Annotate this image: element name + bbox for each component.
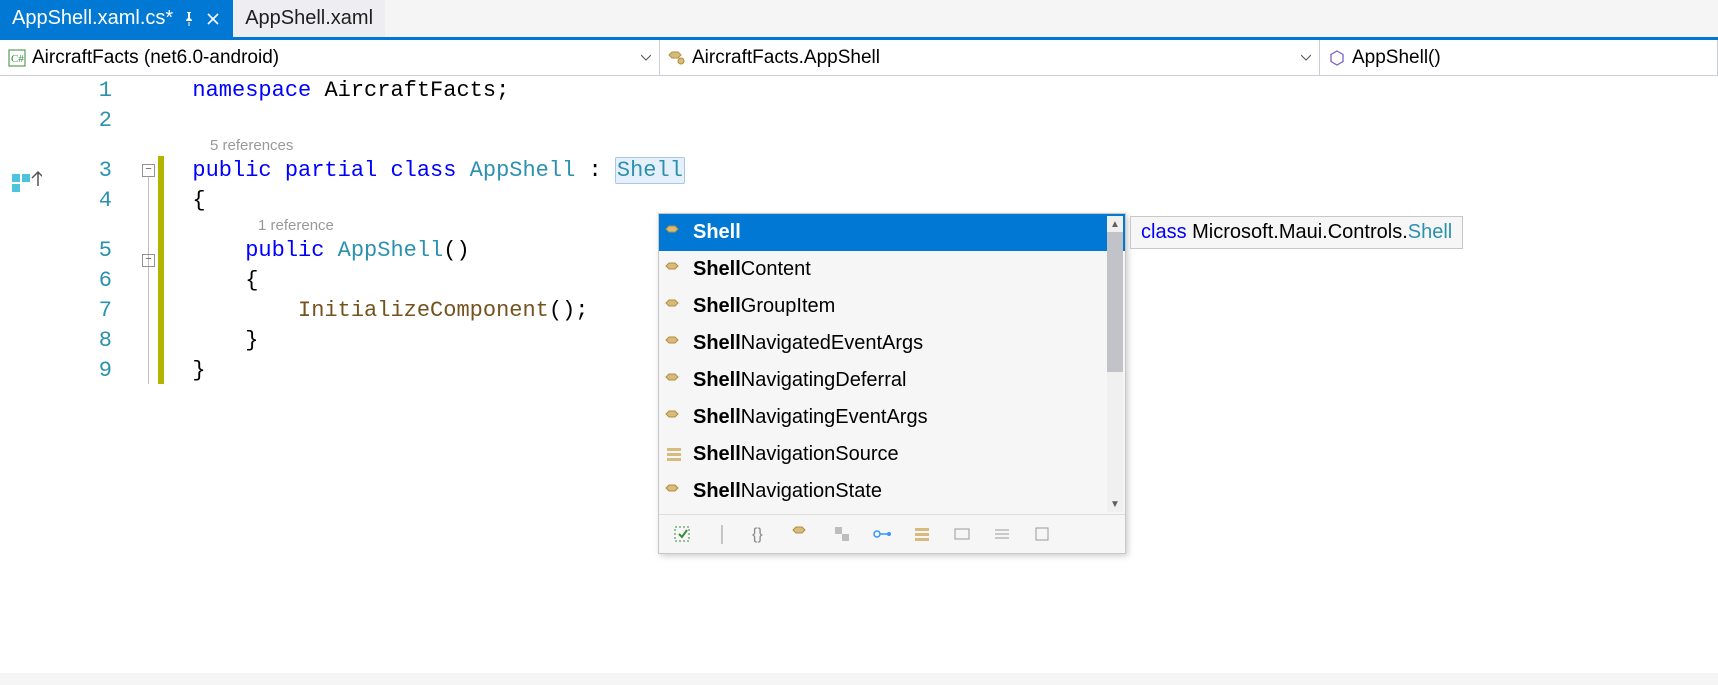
line-number: 7 [42, 296, 112, 326]
csharp-icon: C# [8, 49, 26, 67]
intellisense-tooltip: class Microsoft.Maui.Controls.Shell [1130, 216, 1463, 249]
class-icon [665, 297, 685, 317]
nav-class[interactable]: AircraftFacts.AppShell [660, 40, 1320, 75]
class-icon [668, 49, 686, 67]
line-numbers: 1 2 3 4 5 6 7 8 9 [42, 76, 142, 673]
code-line [166, 106, 1718, 136]
filter-struct-icon[interactable] [829, 521, 855, 547]
filter-class-icon[interactable] [789, 521, 815, 547]
line-number: 6 [42, 266, 112, 296]
class-icon [665, 482, 685, 502]
code-line: { [166, 186, 1718, 216]
nav-project-label: AircraftFacts (net6.0-android) [32, 47, 279, 69]
class-icon [665, 260, 685, 280]
code-line: namespace AircraftFacts; [166, 76, 1718, 106]
line-number: 3 [42, 156, 112, 186]
svg-text:{}: {} [752, 526, 763, 543]
filter-delegate-icon[interactable] [949, 521, 975, 547]
nav-bar: C# AircraftFacts (net6.0-android) Aircra… [0, 40, 1718, 76]
svg-text:C#: C# [11, 53, 24, 65]
class-icon [665, 334, 685, 354]
tooltip-keyword: class [1141, 221, 1187, 243]
intellisense-item[interactable]: ShellNavigatingEventArgs [659, 399, 1125, 436]
scroll-thumb[interactable] [1107, 232, 1123, 372]
scroll-down-icon[interactable]: ▼ [1107, 496, 1123, 512]
intellisense-list[interactable]: Shell ShellContent ShellGroupItem ShellN… [659, 214, 1125, 514]
fold-toggle[interactable]: − [142, 254, 155, 267]
close-icon[interactable] [205, 11, 221, 27]
filter-keyword-icon[interactable] [1029, 521, 1055, 547]
codelens[interactable]: 5 references [166, 136, 1718, 156]
pin-icon[interactable] [181, 11, 197, 27]
filter-constant-icon[interactable] [989, 521, 1015, 547]
tab-active-label: AppShell.xaml.cs* [12, 7, 173, 30]
filter-interface-icon[interactable] [869, 521, 895, 547]
intellisense-popup[interactable]: Shell ShellContent ShellGroupItem ShellN… [658, 213, 1126, 554]
nav-project[interactable]: C# AircraftFacts (net6.0-android) [0, 40, 660, 75]
nav-class-label: AircraftFacts.AppShell [692, 47, 880, 69]
line-number: 8 [42, 326, 112, 356]
chevron-down-icon[interactable] [1301, 53, 1311, 63]
intellisense-item[interactable]: ShellNavigatingDeferral [659, 362, 1125, 399]
intellisense-item[interactable]: ShellNavigatedEventArgs [659, 325, 1125, 362]
fold-toggle[interactable]: − [142, 164, 155, 177]
intellisense-item[interactable]: ShellTemplatedViewManager [659, 510, 1125, 514]
filter-braces-icon[interactable]: {} [749, 521, 775, 547]
line-number: 4 [42, 186, 112, 216]
fold-line [148, 177, 149, 384]
filter-enum-icon[interactable] [909, 521, 935, 547]
nav-member[interactable]: AppShell() [1320, 40, 1718, 75]
intellisense-filter-bar: | {} [659, 514, 1125, 553]
indicator-margin [0, 76, 42, 673]
scroll-up-icon[interactable]: ▲ [1107, 216, 1123, 232]
code-line: public partial class AppShell : Shell [166, 156, 1718, 186]
chevron-down-icon[interactable] [641, 53, 651, 63]
enum-icon [665, 445, 685, 465]
line-number: 1 [42, 76, 112, 106]
intellisense-scrollbar[interactable]: ▲ ▼ [1107, 216, 1123, 512]
class-icon [665, 371, 685, 391]
class-icon [665, 223, 685, 243]
tooltip-class: Shell [1408, 221, 1452, 243]
tab-inactive-label: AppShell.xaml [245, 7, 373, 30]
line-number: 2 [42, 106, 112, 136]
intellisense-item[interactable]: ShellNavigationSource [659, 436, 1125, 473]
filter-target-icon[interactable] [669, 521, 695, 547]
tab-inactive[interactable]: AppShell.xaml [233, 0, 385, 37]
change-marker [158, 156, 164, 384]
line-number: 9 [42, 356, 112, 386]
tab-bar: AppShell.xaml.cs* AppShell.xaml [0, 0, 1718, 40]
intellisense-item[interactable]: ShellContent [659, 251, 1125, 288]
tab-active[interactable]: AppShell.xaml.cs* [0, 0, 233, 37]
line-number: 5 [42, 236, 112, 266]
intellisense-item[interactable]: Shell [659, 214, 1125, 251]
tooltip-namespace: Microsoft.Maui.Controls. [1192, 221, 1408, 243]
intellisense-item[interactable]: ShellNavigationState [659, 473, 1125, 510]
nav-member-label: AppShell() [1352, 47, 1441, 69]
filter-separator: | [709, 521, 735, 547]
method-icon [1328, 49, 1346, 67]
class-icon [665, 408, 685, 428]
intellisense-item[interactable]: ShellGroupItem [659, 288, 1125, 325]
track-changes-icon [0, 76, 42, 676]
